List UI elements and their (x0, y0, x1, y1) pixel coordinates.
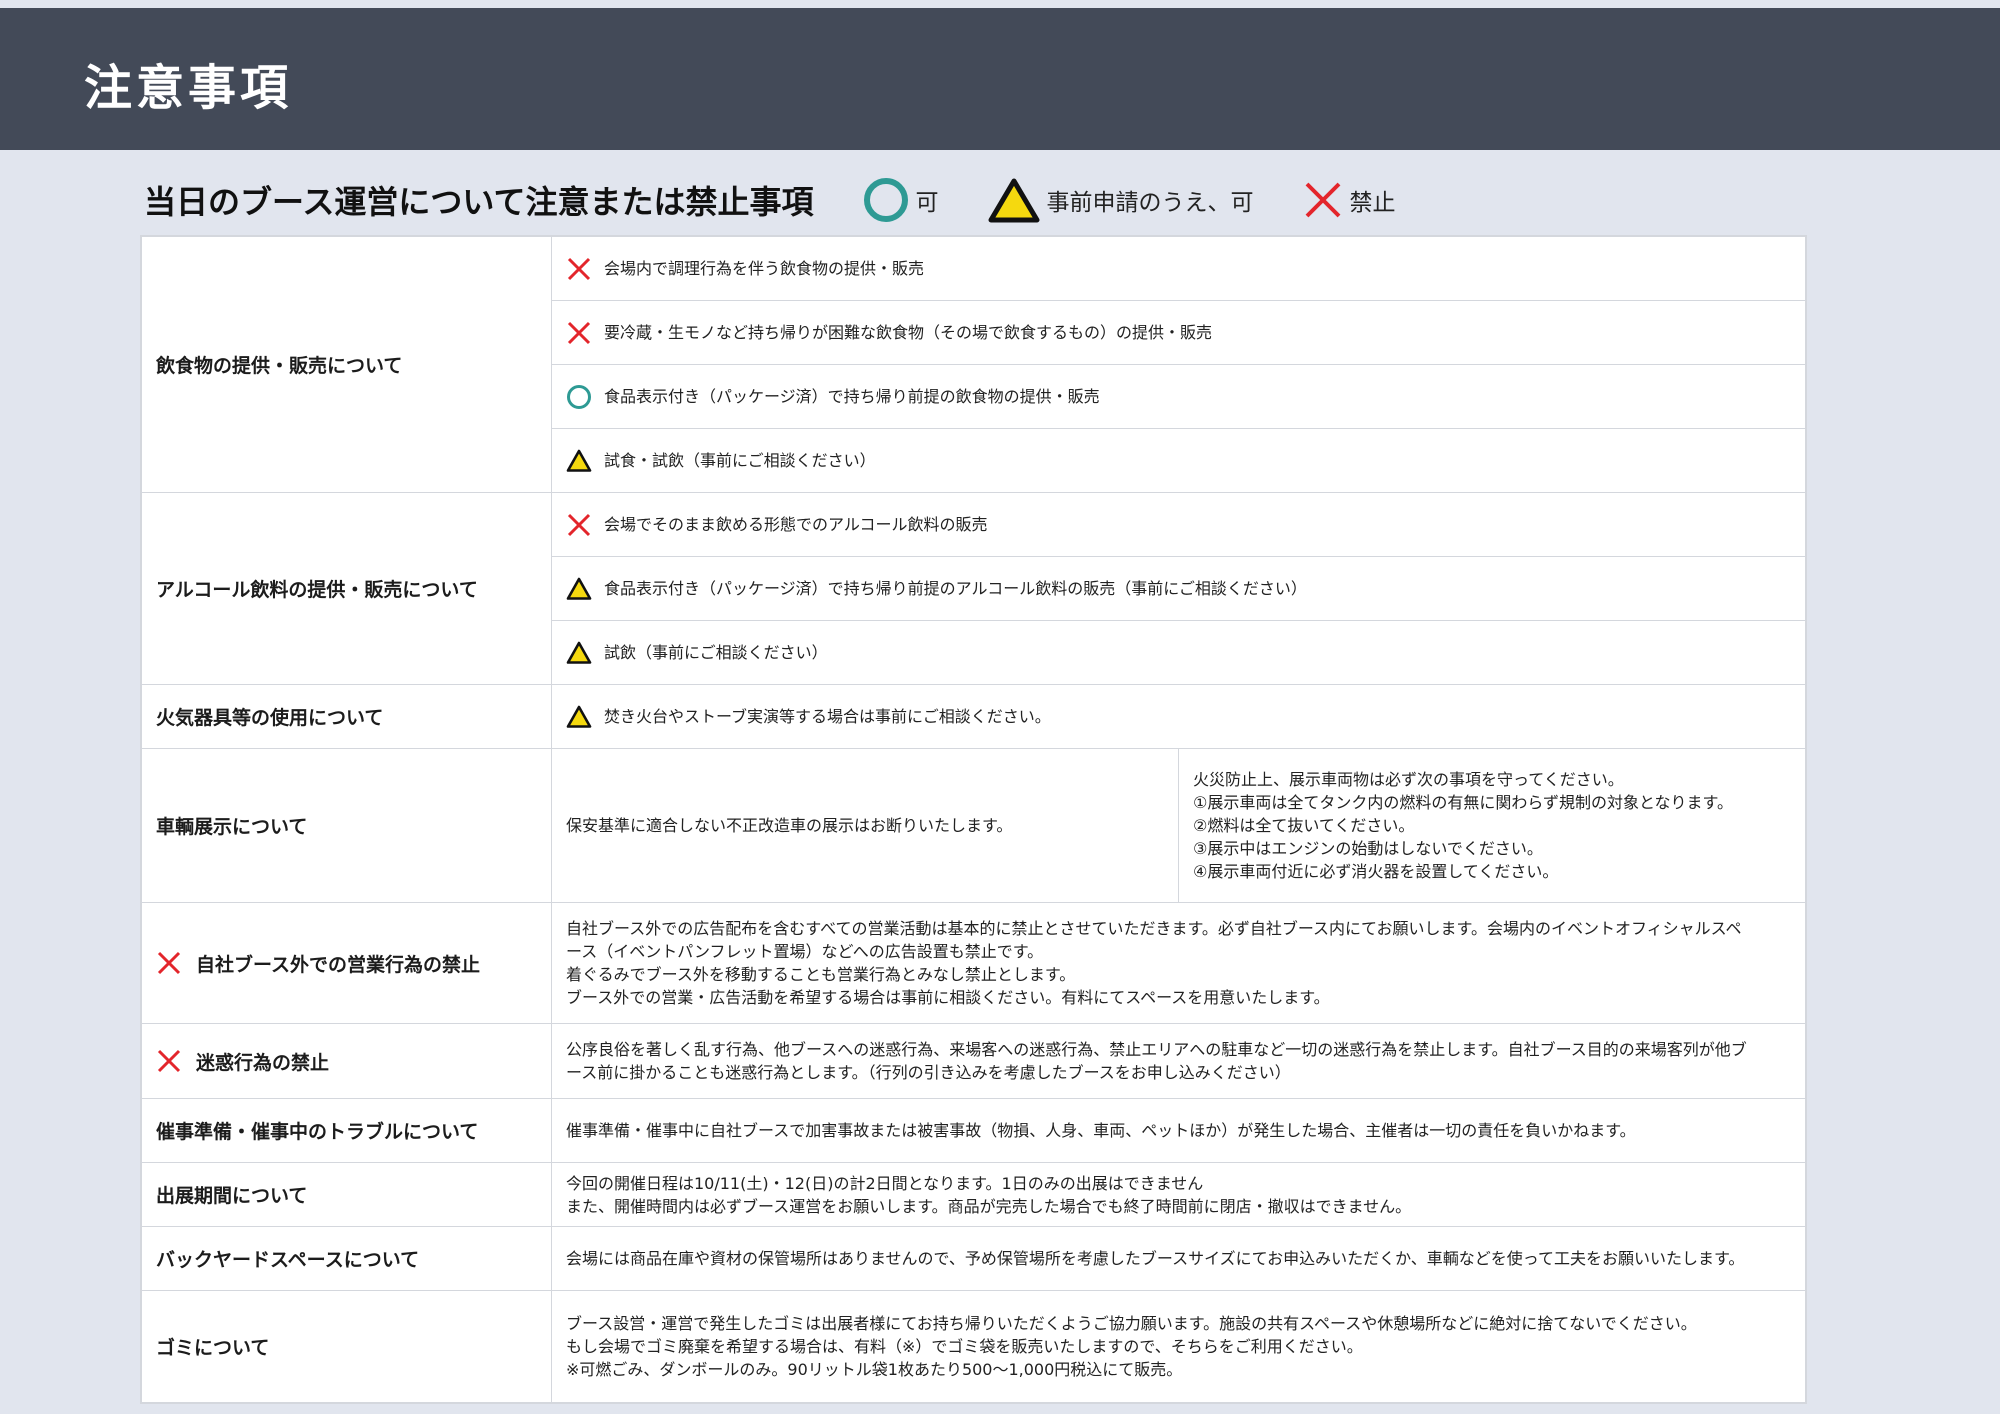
rule-cell: 要冷蔵・生モノなど持ち帰りが困難な飲食物（その場で飲食するもの）の提供・販売 (551, 300, 1806, 365)
rule-text: 試食・試飲（事前にご相談ください） (604, 451, 876, 470)
warning-triangle-icon (566, 705, 592, 729)
row-label-text: 出展期間について (156, 1185, 308, 1207)
rule-cell: 自社ブース外での広告配布を含むすべての営業活動は基本的に禁止とさせていただきます… (551, 902, 1806, 1024)
table-row: 自社ブース外での営業行為の禁止 自社ブース外での広告配布を含むすべての営業活動は… (141, 902, 1806, 1024)
warning-triangle-icon (566, 449, 592, 473)
rule-cell: 食品表示付き（パッケージ済）で持ち帰り前提の飲食物の提供・販売 (551, 364, 1806, 429)
rule-cell: 催事準備・催事中に自社ブースで加害事故または被害事故（物損、人身、車両、ペットほ… (551, 1098, 1806, 1163)
rule-cell: 今回の開催日程は10/11(土)・12(日)の計2日間となります。1日のみの出展… (551, 1162, 1806, 1227)
rule-line: ※可燃ごみ、ダンボールのみ。90リットル袋1枚あたり500〜1,000円税込にて… (566, 1360, 1183, 1379)
rule-cell: 会場には商品在庫や資材の保管場所はありませんので、予め保管場所を考慮したブースサ… (551, 1226, 1806, 1291)
row-label-text: ゴミについて (156, 1337, 270, 1359)
rule-cell: 会場でそのまま飲める形態でのアルコール飲料の販売 (551, 492, 1806, 557)
rule-text: 会場には商品在庫や資材の保管場所はありませんので、予め保管場所を考慮したブースサ… (566, 1249, 1745, 1268)
rule-line: ②燃料は全て抜いてください。 (1193, 816, 1415, 835)
table-row: アルコール飲料の提供・販売について 会場でそのまま飲める形態でのアルコール飲料の… (141, 492, 1806, 685)
legend-prior-approval: 事前申請のうえ、可 (988, 177, 1253, 223)
rule-line: 自社ブース外での広告配布を含むすべての営業活動は基本的に禁止とさせていただきます… (566, 919, 1742, 938)
rule-text: 焚き火台やストーブ実演等する場合は事前にご相談ください。 (604, 707, 1051, 726)
row-label-period: 出展期間について (141, 1162, 552, 1227)
rule-line: ース（イベントパンフレット置場）などへの広告設置も禁止です。 (566, 942, 1044, 961)
table-row: 催事準備・催事中のトラブルについて 催事準備・催事中に自社ブースで加害事故または… (141, 1098, 1806, 1163)
warning-triangle-icon (566, 641, 592, 665)
subtitle-row: 当日のブース運営について注意または禁止事項 可 事前申請のうえ、可 禁止 (144, 172, 1445, 228)
rule-line: また、開催時間内は必ずブース運営をお願いします。商品が完売した場合でも終了時間前… (566, 1196, 1412, 1216)
cross-icon (566, 320, 592, 346)
cross-icon (566, 256, 592, 282)
section-subtitle: 当日のブース運営について注意または禁止事項 (144, 183, 814, 221)
rule-text: 会場内で調理行為を伴う飲食物の提供・販売 (604, 259, 925, 278)
rule-text: 保安基準に適合しない不正改造車の展示はお断りいたします。 (566, 816, 1013, 835)
rule-text: 食品表示付き（パッケージ済）で持ち帰り前提の飲食物の提供・販売 (604, 387, 1100, 406)
row-label-trash: ゴミについて (141, 1290, 552, 1403)
row-label-text: バックヤードスペースについて (156, 1249, 420, 1271)
rule-cell: 焚き火台やストーブ実演等する場合は事前にご相談ください。 (551, 684, 1806, 749)
rule-line: ブース設営・運営で発生したゴミは出展者様にてお持ち帰りいただくようご協力願います… (566, 1314, 1697, 1333)
rule-line: ③展示中はエンジンの始動はしないでください。 (1193, 839, 1543, 858)
rule-cell: 試食・試飲（事前にご相談ください） (551, 428, 1806, 493)
rule-text: 食品表示付き（パッケージ済）で持ち帰り前提のアルコール飲料の販売（事前にご相談く… (604, 579, 1307, 598)
rule-line: ブース外での営業・広告活動を希望する場合は事前に相談ください。有料にてスペースを… (566, 988, 1330, 1007)
rule-cell: 保安基準に適合しない不正改造車の展示はお断りいたします。 (551, 748, 1179, 903)
row-label-vehicle: 車輌展示について (141, 748, 552, 903)
rule-text: 試飲（事前にご相談ください） (604, 643, 828, 662)
row-label-text: 迷惑行為の禁止 (196, 1051, 330, 1074)
row-label-text: 飲食物の提供・販売について (156, 355, 403, 377)
rule-line: もし会場でゴミ廃棄を希望する場合は、有料（※）でゴミ袋を販売いたしますので、そち… (566, 1337, 1363, 1356)
row-label-nuisance: 迷惑行為の禁止 (141, 1023, 552, 1099)
circle-icon (566, 384, 592, 410)
rule-line: 火災防止上、展示車両物は必ず次の事項を守ってください。 (1193, 770, 1624, 789)
top-strip (0, 0, 2000, 8)
cross-icon (1303, 180, 1343, 220)
legend-label: 事前申請のうえ、可 (1046, 190, 1254, 216)
row-label-text: 催事準備・催事中のトラブルについて (156, 1121, 479, 1143)
legend-allowed: 可 (863, 177, 938, 223)
rule-cell: ブース設営・運営で発生したゴミは出展者様にてお持ち帰りいただくようご協力願います… (551, 1290, 1806, 1403)
table-row: 迷惑行為の禁止 公序良俗を著しく乱す行為、他ブースへの迷惑行為、来場客への迷惑行… (141, 1023, 1806, 1099)
row-label-text: 自社ブース外での営業行為の禁止 (196, 953, 481, 976)
warning-triangle-icon (988, 177, 1040, 223)
rule-line: ①展示車両は全てタンク内の燃料の有無に関わらず規制の対象となります。 (1193, 793, 1733, 812)
row-label-text: アルコール飲料の提供・販売について (156, 579, 478, 601)
row-label-outside: 自社ブース外での営業行為の禁止 (141, 902, 552, 1024)
table-row: バックヤードスペースについて 会場には商品在庫や資材の保管場所はありませんので、… (141, 1226, 1806, 1291)
table-row: 火気器具等の使用について 焚き火台やストーブ実演等する場合は事前にご相談ください… (141, 684, 1806, 749)
row-label-backyard: バックヤードスペースについて (141, 1226, 552, 1291)
table-row: 出展期間について 今回の開催日程は10/11(土)・12(日)の計2日間となりま… (141, 1162, 1806, 1227)
table-row: 飲食物の提供・販売について 会場内で調理行為を伴う飲食物の提供・販売 (141, 236, 1806, 493)
row-label-alcohol: アルコール飲料の提供・販売について (141, 492, 552, 685)
rules-table: 飲食物の提供・販売について 会場内で調理行為を伴う飲食物の提供・販売 要冷蔵・生… (140, 235, 1807, 1404)
rule-line: 着ぐるみでブース外を移動することも営業行為とみなし禁止とします。 (566, 965, 1076, 984)
rule-cell: 公序良俗を著しく乱す行為、他ブースへの迷惑行為、来場客への迷惑行為、禁止エリアへ… (551, 1023, 1806, 1099)
cross-icon (566, 512, 592, 538)
row-label-text: 車輌展示について (156, 816, 308, 838)
rule-line: 今回の開催日程は10/11(土)・12(日)の計2日間となります。1日のみの出展… (566, 1173, 1204, 1193)
rule-cell: 会場内で調理行為を伴う飲食物の提供・販売 (551, 236, 1806, 301)
rule-line: ④展示車両付近に必ず消火器を設置してください。 (1193, 862, 1559, 881)
rule-text: 会場でそのまま飲める形態でのアルコール飲料の販売 (604, 515, 988, 534)
warning-triangle-icon (566, 577, 592, 601)
header-bar: 注意事項 (0, 8, 2000, 150)
page-title: 注意事項 (84, 60, 293, 116)
table-row: 車輌展示について 保安基準に適合しない不正改造車の展示はお断りいたします。 火災… (141, 748, 1806, 903)
row-label-text: 火気器具等の使用について (156, 707, 384, 729)
rule-cell: 試飲（事前にご相談ください） (551, 620, 1806, 685)
circle-icon (863, 177, 909, 223)
legend-label: 可 (915, 190, 939, 216)
legend-label: 禁止 (1349, 190, 1396, 216)
row-label-food: 飲食物の提供・販売について (141, 236, 552, 493)
rule-line: ース前に掛かることも迷惑行為とします。（行列の引き込みを考慮したブースをお申し込… (566, 1063, 1291, 1082)
rule-text: 催事準備・催事中に自社ブースで加害事故または被害事故（物損、人身、車両、ペットほ… (566, 1121, 1636, 1140)
rule-cell: 食品表示付き（パッケージ済）で持ち帰り前提のアルコール飲料の販売（事前にご相談く… (551, 556, 1806, 621)
rule-text: 要冷蔵・生モノなど持ち帰りが困難な飲食物（その場で飲食するもの）の提供・販売 (604, 323, 1213, 342)
cross-icon (156, 1048, 182, 1074)
table-row: ゴミについて ブース設営・運営で発生したゴミは出展者様にてお持ち帰りいただくよう… (141, 1290, 1806, 1403)
row-label-trouble: 催事準備・催事中のトラブルについて (141, 1098, 552, 1163)
row-label-fire: 火気器具等の使用について (141, 684, 552, 749)
cross-icon (156, 950, 182, 976)
rule-line: 公序良俗を著しく乱す行為、他ブースへの迷惑行為、来場客への迷惑行為、禁止エリアへ… (566, 1040, 1747, 1059)
rule-cell: 火災防止上、展示車両物は必ず次の事項を守ってください。 ①展示車両は全てタンク内… (1178, 748, 1806, 903)
legend-prohibited: 禁止 (1303, 180, 1395, 220)
